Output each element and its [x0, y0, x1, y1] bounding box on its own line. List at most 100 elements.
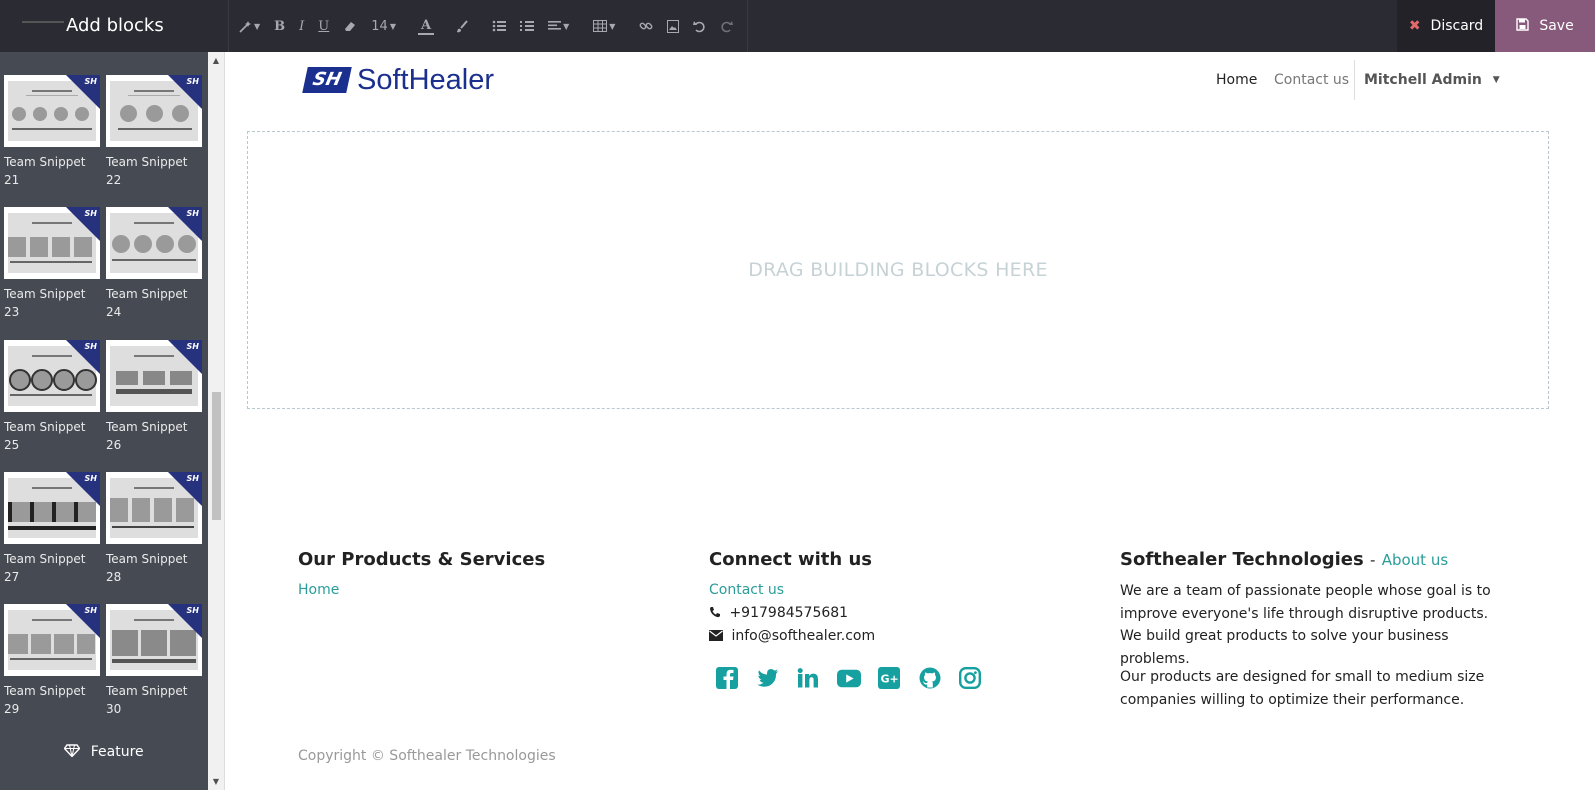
format-tools: ▼ B I U 14 ▼ A ▼ ▼ [228, 0, 748, 52]
logo-mark: SH [302, 67, 352, 93]
image-icon[interactable] [667, 19, 680, 33]
save-button[interactable]: Save [1495, 0, 1595, 52]
snippet-number: 27 [4, 570, 20, 584]
github-icon[interactable] [918, 666, 942, 690]
floppy-disk-icon [1516, 17, 1530, 35]
linkedin-icon[interactable] [796, 666, 820, 690]
phone-number: +917984575681 [729, 605, 849, 621]
snippet-thumbnail: SH [4, 604, 100, 676]
snippet-team-28[interactable]: SH Team Snippet 28 [106, 472, 202, 586]
font-size-select[interactable]: 14 ▼ [371, 19, 396, 34]
snippet-name: Team Snippet [106, 420, 188, 434]
caret-down-icon: ▼ [1492, 75, 1500, 85]
save-label: Save [1539, 18, 1574, 34]
undo-icon[interactable] [693, 20, 706, 33]
scrollbar-thumb[interactable] [212, 392, 221, 520]
company-name: Softhealer Technologies [1120, 549, 1364, 570]
link-icon[interactable] [639, 19, 653, 33]
italic-icon[interactable]: I [299, 19, 304, 34]
sidebar-scrollbar[interactable]: ▲ ▼ [208, 52, 225, 790]
user-menu[interactable]: Mitchell Admin ▼ [1364, 72, 1500, 88]
snippet-number: 30 [106, 702, 122, 716]
snippet-name: Team Snippet [4, 552, 86, 566]
table-icon[interactable]: ▼ [593, 20, 615, 32]
logo-text: SoftHealer [357, 63, 495, 96]
email-address: info@softhealer.com [731, 628, 876, 644]
align-icon[interactable]: ▼ [548, 20, 569, 32]
feature-label: Feature [90, 744, 144, 760]
snippet-team-24[interactable]: SH Team Snippet 24 [106, 207, 202, 321]
email-row: info@softhealer.com [709, 628, 875, 644]
snippet-thumbnail: SH [106, 604, 202, 676]
bold-icon[interactable]: B [274, 19, 285, 34]
about-us-link[interactable]: About us [1382, 551, 1448, 569]
snippet-name: Team Snippet [4, 684, 86, 698]
snippet-team-29[interactable]: SH Team Snippet 29 [4, 604, 100, 718]
snippet-team-21[interactable]: SH Team Snippet 21 [4, 75, 100, 189]
drop-zone[interactable]: DRAG BUILDING BLOCKS HERE [247, 131, 1549, 409]
eraser-icon[interactable] [343, 20, 357, 32]
snippet-thumbnail: SH [4, 340, 100, 412]
phone-icon [709, 605, 729, 621]
footer-company-title: Softhealer Technologies - About us [1120, 549, 1448, 570]
snippet-thumbnail: SH [4, 75, 100, 147]
drop-zone-text: DRAG BUILDING BLOCKS HERE [748, 259, 1048, 281]
snippet-thumbnail: SH [4, 472, 100, 544]
phone-row: +917984575681 [709, 605, 848, 621]
add-blocks-title: Add blocks [66, 15, 164, 36]
paint-brush-icon[interactable] [456, 19, 468, 33]
snippet-name: Team Snippet [4, 155, 86, 169]
snippet-team-30[interactable]: SH Team Snippet 30 [106, 604, 202, 718]
snippet-team-27[interactable]: SH Team Snippet 27 [4, 472, 100, 586]
redo-icon[interactable] [720, 20, 734, 33]
nav-home[interactable]: Home [1216, 72, 1257, 88]
close-icon: ✖ [1408, 18, 1421, 34]
snippet-thumbnail: SH [106, 207, 202, 279]
google-plus-icon[interactable]: G+ [877, 666, 901, 690]
bulleted-list-icon[interactable] [492, 20, 507, 32]
snippet-thumbnail: SH [106, 75, 202, 147]
scroll-down-arrow-icon[interactable]: ▼ [211, 777, 221, 786]
snippet-team-22[interactable]: SH Team Snippet 22 [106, 75, 202, 189]
snippet-number: 26 [106, 438, 122, 452]
snippet-name: Team Snippet [106, 155, 188, 169]
snippet-team-25[interactable]: SH Team Snippet 25 [4, 340, 100, 454]
toolbar-divider [22, 21, 64, 23]
softhealer-logo[interactable]: SH SoftHealer [302, 63, 495, 96]
snippet-number: 24 [106, 305, 122, 319]
title-separator: - [1370, 551, 1376, 569]
snippet-name: Team Snippet [4, 420, 86, 434]
snippet-number: 28 [106, 570, 122, 584]
discard-label: Discard [1430, 18, 1484, 34]
underline-icon[interactable]: U [318, 19, 329, 34]
discard-button[interactable]: ✖ Discard [1397, 0, 1495, 52]
scroll-up-arrow-icon[interactable]: ▲ [211, 56, 221, 65]
snippet-name: Team Snippet [4, 287, 86, 301]
editor-toolbar: Add blocks ▼ B I U 14 ▼ A ▼ ▼ ✖ Discard … [0, 0, 1595, 52]
youtube-icon[interactable] [836, 666, 861, 690]
about-paragraph-1: We are a team of passionate people whose… [1120, 583, 1491, 667]
snippet-number: 22 [106, 173, 122, 187]
numbered-list-icon[interactable] [520, 20, 535, 32]
svg-text:G+: G+ [881, 673, 899, 686]
snippet-name: Team Snippet [106, 287, 188, 301]
nav-divider [1354, 60, 1355, 100]
twitter-icon[interactable] [756, 666, 780, 690]
social-links: G+ [715, 666, 999, 690]
footer-home-link[interactable]: Home [298, 582, 339, 598]
snippet-team-26[interactable]: SH Team Snippet 26 [106, 340, 202, 454]
footer-contact-link[interactable]: Contact us [709, 582, 784, 598]
text-color-icon[interactable]: A [417, 18, 435, 35]
snippet-number: 29 [4, 702, 20, 716]
feature-category[interactable]: Feature [0, 744, 208, 760]
snippet-number: 25 [4, 438, 20, 452]
nav-contact-us[interactable]: Contact us [1274, 72, 1349, 88]
snippet-team-23[interactable]: SH Team Snippet 23 [4, 207, 100, 321]
magic-wand-icon[interactable]: ▼ [239, 20, 260, 33]
diamond-icon [63, 744, 90, 760]
snippet-thumbnail: SH [106, 472, 202, 544]
footer-products-title: Our Products & Services [298, 549, 546, 570]
instagram-icon[interactable] [958, 666, 982, 690]
facebook-icon[interactable] [715, 666, 739, 690]
envelope-icon [709, 628, 731, 644]
